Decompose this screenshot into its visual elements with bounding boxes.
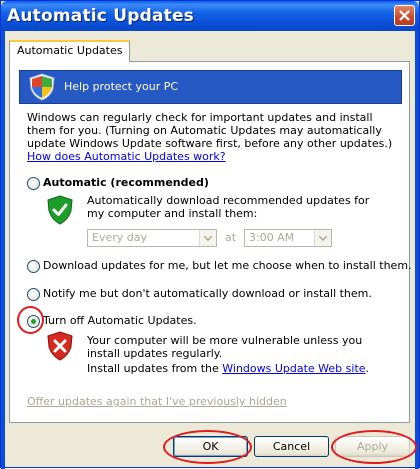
radio-automatic[interactable]	[27, 177, 40, 190]
chevron-down-icon	[204, 236, 212, 241]
how-it-works-link[interactable]: How does Automatic Updates work?	[27, 150, 226, 163]
label-notify[interactable]: Notify me but don't automatically downlo…	[43, 287, 372, 300]
day-dropdown-arrow[interactable]	[199, 230, 216, 246]
install-updates-text: Install updates from the Windows Update …	[87, 362, 369, 375]
intro-block: Windows can regularly check for importan…	[27, 111, 402, 163]
intro-text: Windows can regularly check for importan…	[27, 111, 393, 150]
red-x-shield-icon	[47, 331, 73, 361]
radio-turn-off[interactable]	[27, 315, 40, 328]
windows-security-shield-icon	[29, 73, 55, 101]
close-icon	[399, 10, 410, 21]
install-prefix: Install updates from the	[87, 362, 223, 375]
apply-button[interactable]: Apply	[335, 436, 410, 457]
day-select-value: Every day	[92, 231, 147, 244]
time-select[interactable]: 3:00 AM	[244, 229, 332, 247]
install-suffix: .	[365, 362, 370, 375]
label-automatic[interactable]: Automatic (recommended)	[43, 176, 209, 189]
banner-text: Help protect your PC	[64, 80, 179, 93]
offer-hidden-updates-link[interactable]: Offer updates again that I've previously…	[27, 395, 287, 408]
banner: Help protect your PC	[19, 70, 402, 104]
windows-update-link[interactable]: Windows Update Web site	[222, 362, 365, 375]
cancel-button[interactable]: Cancel	[254, 436, 329, 457]
label-download[interactable]: Download updates for me, but let me choo…	[43, 259, 412, 272]
label-turn-off[interactable]: Turn off Automatic Updates.	[43, 314, 197, 327]
window-title: Automatic Updates	[7, 6, 194, 26]
time-select-value: 3:00 AM	[249, 231, 295, 244]
green-check-shield-icon	[47, 195, 73, 225]
radio-download[interactable]	[27, 260, 40, 273]
window-border-left	[1, 31, 5, 469]
ok-button[interactable]: OK	[173, 436, 248, 457]
at-label: at	[225, 231, 237, 244]
automatic-description: Automatically download recommended updat…	[87, 194, 370, 220]
title-bar[interactable]: Automatic Updates	[1, 1, 419, 31]
window-border-right	[415, 31, 419, 469]
close-button[interactable]	[394, 5, 415, 26]
tab-automatic-updates[interactable]: Automatic Updates	[9, 40, 131, 62]
time-dropdown-arrow[interactable]	[314, 230, 331, 246]
chevron-down-icon	[319, 236, 327, 241]
turn-off-warning: Your computer will be more vulnerable un…	[87, 334, 363, 360]
day-select[interactable]: Every day	[87, 229, 217, 247]
radio-notify[interactable]	[27, 288, 40, 301]
